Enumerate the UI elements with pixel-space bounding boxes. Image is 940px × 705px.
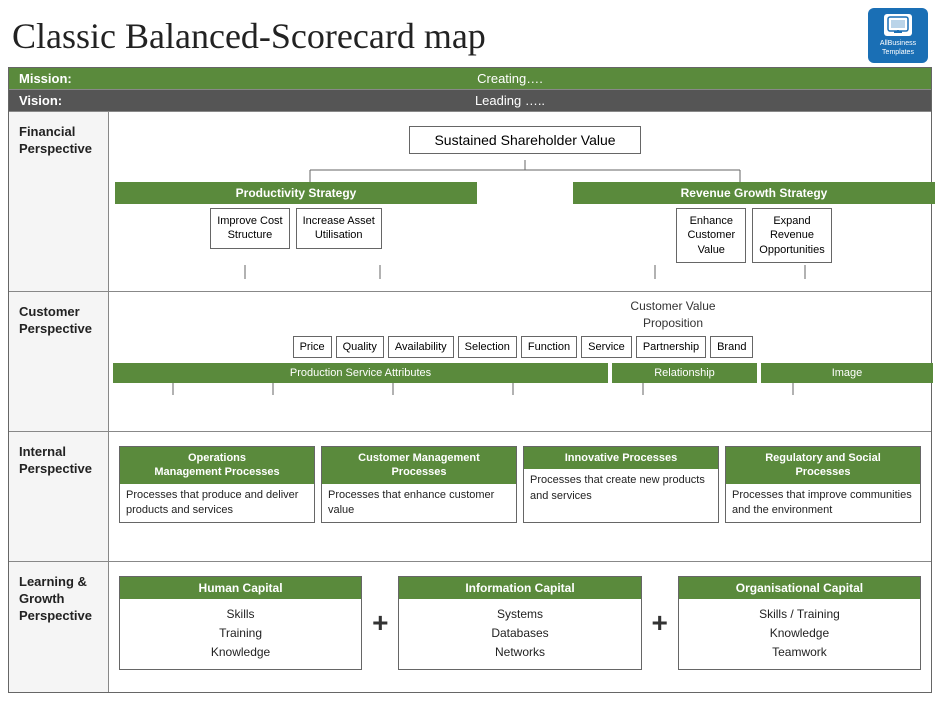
learning-box-info: Information Capital SystemsDatabasesNetw…	[398, 576, 641, 670]
customer-label: CustomerPerspective	[9, 292, 109, 431]
internal-box-customer: Customer ManagementProcesses Processes t…	[321, 446, 517, 523]
logo-box: AllBusiness Templates	[868, 8, 928, 63]
attr-function: Function	[521, 336, 577, 358]
learning-section: Learning &GrowthPerspective Human Capita…	[9, 562, 931, 692]
strategy-item-cost: Improve CostStructure	[210, 208, 289, 249]
plus-sign-2: +	[648, 607, 672, 639]
strategies-row: Productivity Strategy Improve CostStruct…	[115, 182, 935, 263]
customer-section: CustomerPerspective Customer ValuePropos…	[9, 292, 931, 432]
attr-service: Service	[581, 336, 632, 358]
financial-label: FinancialPerspective	[9, 112, 109, 291]
relationship-group: Relationship	[612, 363, 757, 383]
attr-price: Price	[293, 336, 332, 358]
internal-customer-header: Customer ManagementProcesses	[322, 447, 516, 484]
connector-svg-3	[113, 383, 933, 395]
mission-row: Mission: Creating….	[9, 68, 931, 90]
title-area: Classic Balanced-Scorecard map AllBusine…	[0, 0, 940, 67]
revenue-header: Revenue Growth Strategy	[573, 182, 935, 204]
attr-partnership: Partnership	[636, 336, 706, 358]
learning-info-header: Information Capital	[399, 577, 640, 599]
logo-line2: Templates	[882, 49, 914, 57]
internal-innovative-header: Innovative Processes	[524, 447, 718, 469]
learning-info-body: SystemsDatabasesNetworks	[399, 599, 640, 669]
image-group: Image	[761, 363, 933, 383]
content-area: Mission: Creating…. Vision: Leading ….. …	[8, 67, 932, 693]
learning-human-body: SkillsTrainingKnowledge	[120, 599, 361, 669]
fin-middle-gap	[485, 182, 565, 263]
plus-sign-1: +	[368, 607, 392, 639]
productivity-header: Productivity Strategy	[115, 182, 477, 204]
main-title: Classic Balanced-Scorecard map	[12, 15, 486, 57]
attr-availability: Availability	[388, 336, 454, 358]
internal-ops-header: OperationsManagement Processes	[120, 447, 314, 484]
learning-content: Human Capital SkillsTrainingKnowledge + …	[109, 562, 931, 692]
vision-label: Vision:	[19, 93, 99, 108]
financial-content: Sustained Shareholder Value	[109, 112, 940, 291]
fin-section: Sustained Shareholder Value	[115, 120, 935, 265]
production-group: Production Service Attributes	[113, 363, 608, 383]
logo-line1: AllBusiness	[880, 40, 916, 48]
attr-selection: Selection	[458, 336, 517, 358]
logo-svg	[887, 16, 909, 34]
attr-brand: Brand	[710, 336, 753, 358]
mission-value: Creating….	[99, 71, 921, 86]
revenue-block: Revenue Growth Strategy EnhanceCustomerV…	[573, 182, 935, 263]
cvp-area: Customer ValueProposition	[113, 298, 933, 332]
cvp-label: Customer ValueProposition	[630, 298, 715, 332]
learning-box-human: Human Capital SkillsTrainingKnowledge	[119, 576, 362, 670]
internal-regulatory-header: Regulatory and SocialProcesses	[726, 447, 920, 484]
customer-content: Customer ValueProposition Price Quality …	[109, 292, 937, 431]
learning-box-org: Organisational Capital Skills / Training…	[678, 576, 921, 670]
group-bars-row: Production Service Attributes Relationsh…	[113, 363, 933, 383]
strategy-item-asset: Increase AssetUtilisation	[296, 208, 382, 249]
learning-org-body: Skills / TrainingKnowledgeTeamwork	[679, 599, 920, 669]
vision-value: Leading …..	[99, 93, 921, 108]
connector-svg-2	[115, 265, 935, 279]
financial-section: FinancialPerspective Sustained Sharehold…	[9, 112, 931, 292]
learning-boxes-container: Human Capital SkillsTrainingKnowledge + …	[115, 570, 925, 676]
mission-label: Mission:	[19, 71, 99, 86]
internal-content: OperationsManagement Processes Processes…	[109, 432, 931, 561]
productivity-items: Improve CostStructure Increase AssetUtil…	[115, 208, 477, 249]
ssv-box: Sustained Shareholder Value	[409, 126, 640, 154]
internal-box-ops: OperationsManagement Processes Processes…	[119, 446, 315, 523]
internal-ops-body: Processes that produce and deliver produ…	[120, 484, 314, 523]
learning-human-header: Human Capital	[120, 577, 361, 599]
learning-label: Learning &GrowthPerspective	[9, 562, 109, 692]
internal-box-innovative: Innovative Processes Processes that crea…	[523, 446, 719, 523]
internal-customer-body: Processes that enhance customer value	[322, 484, 516, 523]
attributes-row: Price Quality Availability Selection Fun…	[113, 336, 933, 358]
connector-svg-1	[115, 160, 935, 182]
page-container: Classic Balanced-Scorecard map AllBusine…	[0, 0, 940, 693]
strategy-item-expand: ExpandRevenueOpportunities	[752, 208, 831, 263]
revenue-items: EnhanceCustomerValue ExpandRevenueOpport…	[573, 208, 935, 263]
vision-row: Vision: Leading …..	[9, 90, 931, 112]
internal-regulatory-body: Processes that improve communities and t…	[726, 484, 920, 523]
strategy-item-customer-value: EnhanceCustomerValue	[676, 208, 746, 263]
learning-org-header: Organisational Capital	[679, 577, 920, 599]
internal-boxes-container: OperationsManagement Processes Processes…	[115, 440, 925, 529]
internal-section: InternalPerspective OperationsManagement…	[9, 432, 931, 562]
internal-innovative-body: Processes that create new products and s…	[524, 469, 718, 508]
productivity-block: Productivity Strategy Improve CostStruct…	[115, 182, 477, 263]
logo-icon	[884, 14, 912, 36]
internal-box-regulatory: Regulatory and SocialProcesses Processes…	[725, 446, 921, 523]
internal-label: InternalPerspective	[9, 432, 109, 561]
attr-quality: Quality	[336, 336, 384, 358]
